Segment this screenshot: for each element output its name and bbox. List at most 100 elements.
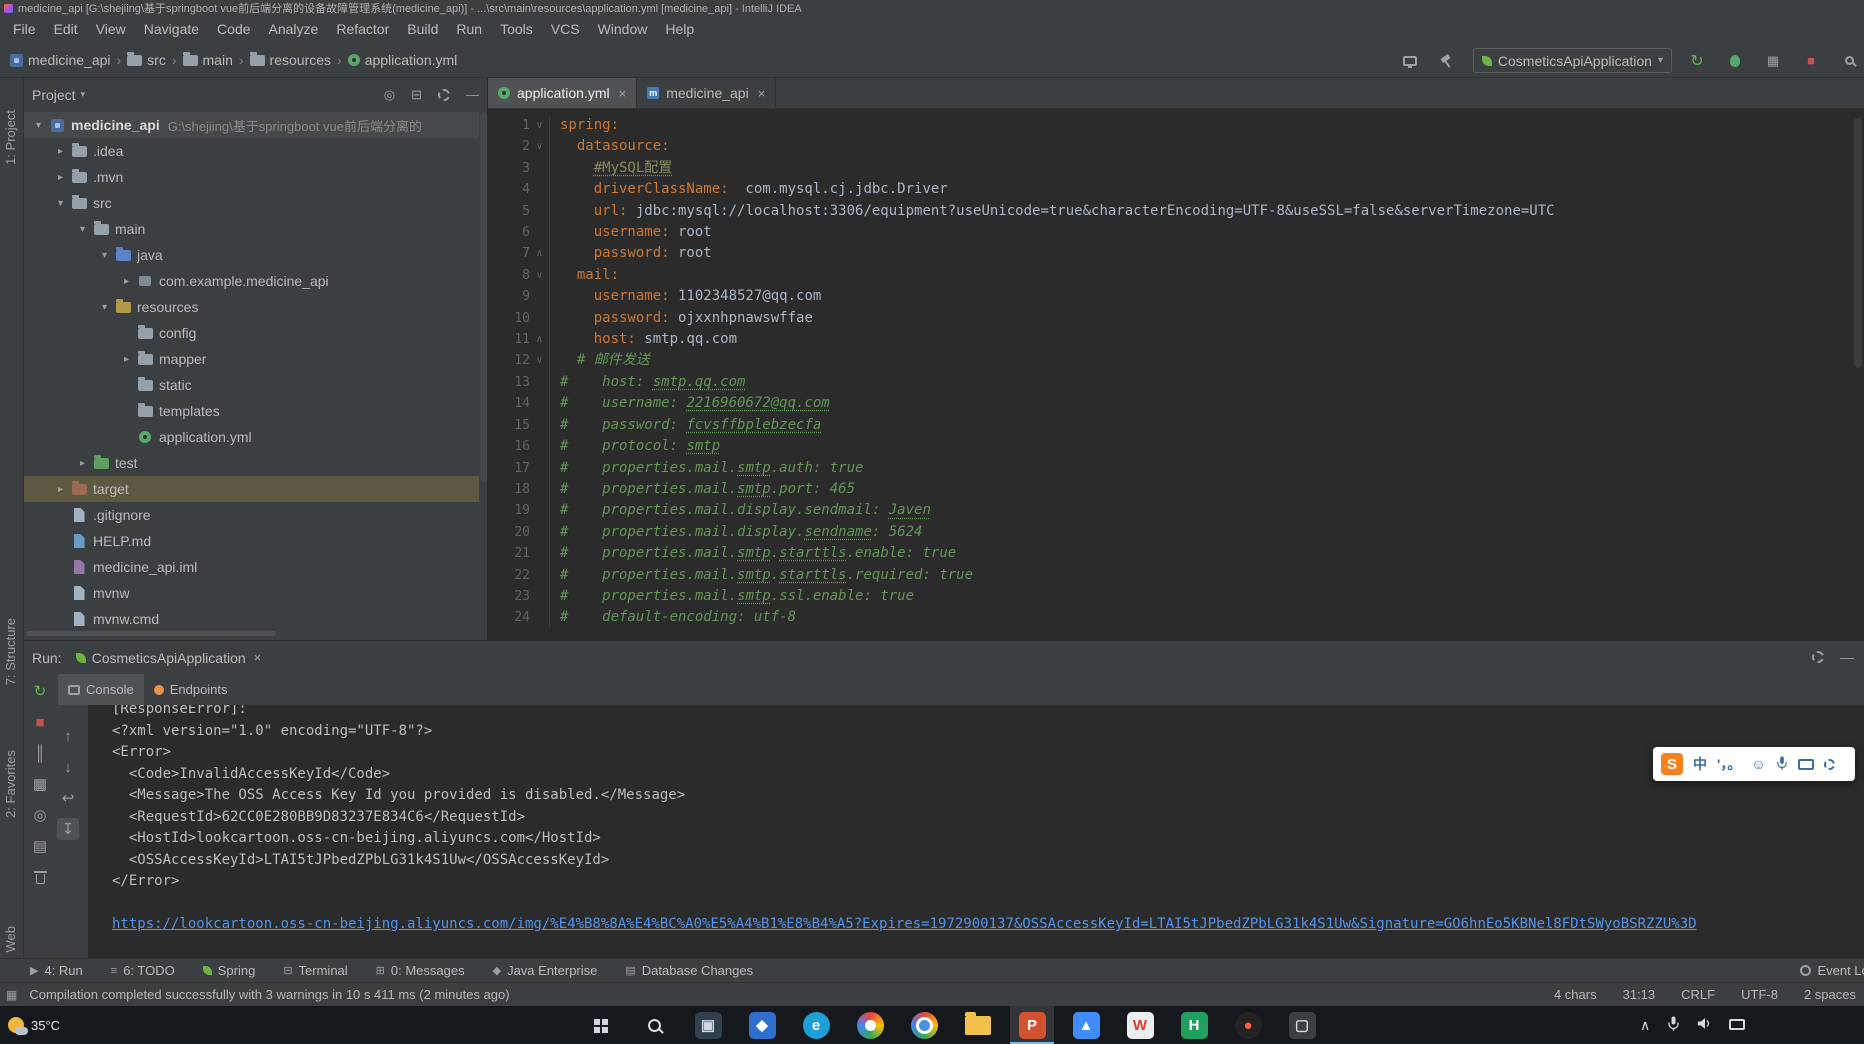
tree-item-medicine-api.iml[interactable]: medicine_api.iml: [24, 554, 479, 580]
menu-item-refactor[interactable]: Refactor: [327, 16, 398, 43]
menu-item-help[interactable]: Help: [656, 16, 703, 43]
breadcrumb-item-main[interactable]: main: [183, 52, 233, 68]
menu-item-navigate[interactable]: Navigate: [135, 16, 208, 43]
tree-item-target[interactable]: ▸target: [24, 476, 479, 502]
taskbar-app-ide-blue[interactable]: ◆: [740, 1006, 784, 1044]
stop-icon[interactable]: ■: [29, 711, 51, 733]
taskbar-app-edge-browser[interactable]: e: [794, 1006, 838, 1044]
start-button[interactable]: [576, 1006, 624, 1044]
tray-chevron-icon[interactable]: ∧: [1640, 1017, 1650, 1034]
menu-item-run[interactable]: Run: [447, 16, 491, 43]
clear-icon[interactable]: [29, 866, 51, 888]
toolwindow-button-6-todo[interactable]: ≡6: TODO: [111, 963, 175, 978]
gear-icon[interactable]: [438, 89, 450, 101]
tray-keyboard-icon[interactable]: [1729, 1017, 1745, 1033]
hide-windows-button[interactable]: [1397, 48, 1423, 74]
ime-mic-icon[interactable]: [1776, 756, 1788, 773]
tree-item-mvnw[interactable]: mvnw: [24, 580, 479, 606]
taskbar-app-app-h-green[interactable]: H: [1172, 1006, 1216, 1044]
tray-mic-icon[interactable]: [1667, 1016, 1680, 1034]
menu-item-analyze[interactable]: Analyze: [260, 16, 328, 43]
run-session-tab[interactable]: CosmeticsApiApplication ×: [76, 650, 262, 666]
editor-scrollbar[interactable]: [1854, 118, 1862, 368]
gear-icon[interactable]: [1812, 651, 1824, 663]
ime-emoji-icon[interactable]: ☺: [1751, 756, 1765, 772]
print-icon[interactable]: ▤: [29, 835, 51, 857]
taskbar-app-wps[interactable]: W: [1118, 1006, 1162, 1044]
hide-panel-icon[interactable]: —: [466, 87, 479, 102]
menu-item-build[interactable]: Build: [398, 16, 447, 43]
toolwindow-button-terminal[interactable]: ⊟Terminal: [283, 963, 347, 978]
close-tab-icon[interactable]: ×: [617, 86, 627, 101]
taskbar-app-file-explorer[interactable]: [956, 1006, 1000, 1044]
tree-item-static[interactable]: static: [24, 372, 479, 398]
taskbar-app-chrome-browser[interactable]: [902, 1006, 946, 1044]
status-widget-2-spaces[interactable]: 2 spaces: [1804, 987, 1856, 1002]
tree-item-templates[interactable]: templates: [24, 398, 479, 424]
taskbar-app-browser-colorful[interactable]: [848, 1006, 892, 1044]
breadcrumb-item-application.yml[interactable]: application.yml: [348, 52, 458, 68]
coverage-button[interactable]: ▦: [1760, 48, 1786, 74]
run-tab-endpoints[interactable]: Endpoints: [144, 674, 238, 705]
tree-item-config[interactable]: config: [24, 320, 479, 346]
project-scrollbar-horizontal[interactable]: [26, 631, 276, 636]
tree-toggle-icon[interactable]: ▸: [52, 172, 69, 183]
tree-item-src[interactable]: ▾src: [24, 190, 479, 216]
breadcrumb-item-src[interactable]: src: [127, 52, 166, 68]
soft-wrap-icon[interactable]: ↩: [57, 787, 79, 809]
locate-file-icon[interactable]: ◎: [384, 87, 395, 103]
toolwindow-button-java-enterprise[interactable]: ◆Java Enterprise: [493, 963, 598, 978]
rerun-icon[interactable]: ↻: [29, 680, 51, 702]
tool-stripe-web[interactable]: Web: [3, 926, 18, 953]
tree-item-.mvn[interactable]: ▸.mvn: [24, 164, 479, 190]
scroll-end-icon[interactable]: ↧: [57, 818, 79, 840]
tree-item-test[interactable]: ▸test: [24, 450, 479, 476]
tree-toggle-icon[interactable]: ▾: [96, 250, 113, 261]
tree-toggle-icon[interactable]: ▸: [52, 484, 69, 495]
toolwindow-button-4-run[interactable]: ▶4: Run: [30, 963, 83, 978]
toolwindow-button-0-messages[interactable]: ⊞0: Messages: [376, 963, 465, 978]
tray-volume-icon[interactable]: [1697, 1017, 1712, 1033]
menu-item-window[interactable]: Window: [589, 16, 657, 43]
collapse-all-icon[interactable]: ⊟: [411, 87, 422, 103]
ime-toolbox-icon[interactable]: [1824, 759, 1835, 770]
menu-item-file[interactable]: File: [4, 16, 45, 43]
taskbar-weather[interactable]: 35°C: [8, 1017, 60, 1033]
menu-item-edit[interactable]: Edit: [45, 16, 87, 43]
breadcrumb-item-medicine-api[interactable]: medicine_api: [10, 52, 111, 68]
project-tree[interactable]: ▾medicine_apiG:\shejiing\基于springboot vu…: [24, 112, 479, 640]
tree-item-mvnw.cmd[interactable]: mvnw.cmd: [24, 606, 479, 632]
up-stack-icon[interactable]: ↑: [57, 725, 79, 747]
debug-button[interactable]: [1722, 48, 1748, 74]
tree-item-application.yml[interactable]: application.yml: [24, 424, 479, 450]
status-widget-utf-8[interactable]: UTF-8: [1741, 987, 1778, 1002]
code-editor[interactable]: 1∨spring:2∨ datasource:3 #MySQL配置4 drive…: [488, 109, 1864, 640]
stop-button[interactable]: ■: [1798, 48, 1824, 74]
console-output[interactable]: [ResponseError]:<?xml version="1.0" enco…: [88, 705, 1864, 958]
hide-panel-icon[interactable]: —: [1840, 649, 1854, 665]
console-link[interactable]: https://lookcartoon.oss-cn-beijing.aliyu…: [112, 916, 1697, 932]
run-config-selector[interactable]: CosmeticsApiApplication ▾: [1473, 48, 1672, 73]
menu-item-vcs[interactable]: VCS: [542, 16, 589, 43]
monitor-snapshot-icon[interactable]: ◎: [29, 804, 51, 826]
tool-stripe-project[interactable]: 1: Project: [3, 110, 18, 165]
sogou-logo-icon[interactable]: S: [1661, 753, 1683, 775]
taskbar-app-photos[interactable]: ▲: [1064, 1006, 1108, 1044]
run-tab-console[interactable]: Console: [58, 674, 144, 705]
toolwindow-button-spring[interactable]: Spring: [203, 963, 256, 978]
search-everywhere-button[interactable]: [1836, 48, 1862, 74]
tree-toggle-icon[interactable]: ▸: [74, 458, 91, 469]
tree-item-help.md[interactable]: HELP.md: [24, 528, 479, 554]
close-tab-icon[interactable]: ×: [756, 86, 766, 101]
status-widget-4-chars[interactable]: 4 chars: [1554, 987, 1597, 1002]
tool-window-switcher-icon[interactable]: ▦: [6, 988, 17, 1002]
ime-punctuation-indicator[interactable]: '，。: [1717, 754, 1741, 774]
tree-toggle-icon[interactable]: ▾: [96, 302, 113, 313]
pause-output-icon[interactable]: ║: [29, 742, 51, 764]
restore-layout-icon[interactable]: ▦: [29, 773, 51, 795]
menu-item-view[interactable]: View: [87, 16, 135, 43]
taskbar-app-music-orange[interactable]: ●: [1226, 1006, 1270, 1044]
status-widget-31-13[interactable]: 31:13: [1623, 987, 1656, 1002]
menu-item-tools[interactable]: Tools: [491, 16, 542, 43]
status-widget-crlf[interactable]: CRLF: [1681, 987, 1715, 1002]
